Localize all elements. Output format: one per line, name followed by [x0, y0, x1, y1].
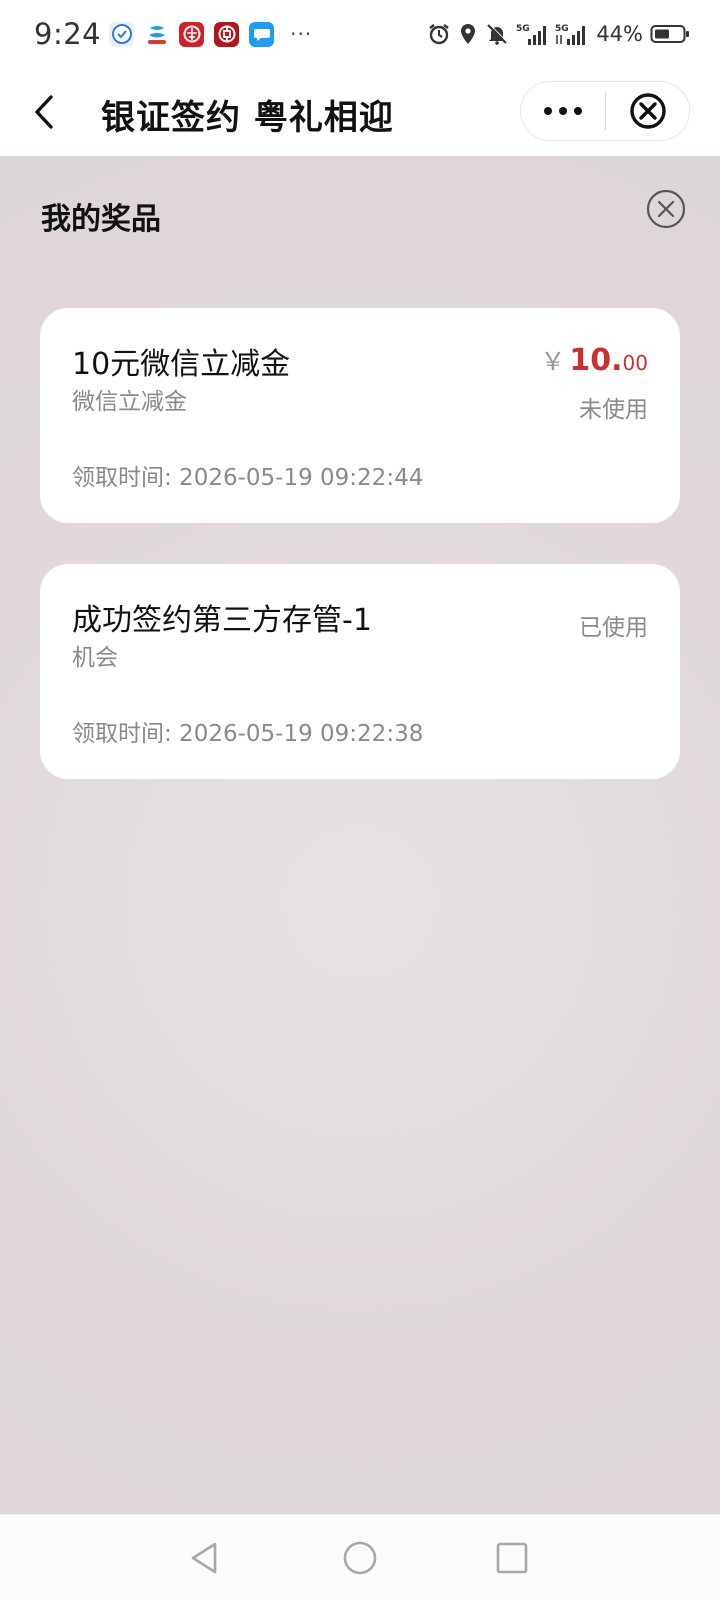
battery-percent: 44% [596, 22, 643, 46]
amount-decimal: 00 [622, 351, 648, 375]
back-button[interactable] [24, 88, 64, 136]
prize-subtitle: 机会 [72, 645, 118, 671]
page-title: 银证签约 粤礼相迎 [101, 98, 394, 138]
close-mini-program-button[interactable] [606, 82, 689, 140]
svg-text:5G: 5G [555, 24, 569, 34]
prizes-panel: 我的奖品 10元微信立减金 微信立减金 ￥ 10. 00 未使用 领取时间: 2… [0, 156, 720, 1514]
square-recents-icon [496, 1542, 528, 1574]
more-options-button[interactable] [521, 82, 605, 140]
nav-home-button[interactable] [338, 1536, 382, 1580]
battery-icon [650, 23, 690, 45]
location-icon [458, 22, 478, 46]
prize-amount: ￥ 10. 00 [540, 342, 648, 378]
claim-time: 领取时间: 2026-05-19 09:22:44 [72, 465, 424, 491]
system-navigation-bar [0, 1514, 720, 1600]
prize-status: 未使用 [579, 397, 648, 423]
prize-name: 成功签约第三方存管-1 [72, 603, 372, 638]
status-time: 9:24 [34, 17, 102, 51]
nav-recents-button[interactable] [490, 1536, 534, 1580]
prize-card[interactable]: 成功签约第三方存管-1 机会 已使用 领取时间: 2026-05-19 09:2… [40, 564, 680, 779]
mini-program-navbar: 银证签约 粤礼相迎 [0, 68, 720, 156]
mini-program-capsule [520, 81, 690, 141]
alarm-icon [427, 22, 451, 46]
prize-status: 已使用 [579, 615, 648, 641]
signal-icon: 5G [555, 22, 587, 46]
circle-home-icon [343, 1541, 377, 1575]
more-dots-icon [544, 107, 582, 115]
china-railway-icon [179, 21, 205, 47]
triangle-back-icon [191, 1542, 217, 1574]
claim-time: 领取时间: 2026-05-19 09:22:38 [72, 721, 424, 747]
close-circle-icon [646, 189, 686, 229]
nav-back-button[interactable] [182, 1536, 226, 1580]
prize-subtitle: 微信立减金 [72, 389, 187, 415]
svg-text:5G: 5G [516, 24, 530, 34]
status-bar: 9:24 ··· 5G 5G 44% [0, 0, 720, 68]
message-app-icon [249, 21, 275, 47]
signal-icon: 5G [516, 22, 548, 46]
panel-title: 我的奖品 [41, 202, 161, 237]
chevron-left-icon [35, 95, 53, 129]
prize-card[interactable]: 10元微信立减金 微信立减金 ￥ 10. 00 未使用 领取时间: 2026-0… [40, 308, 680, 523]
notification-icons: ··· [109, 21, 313, 47]
amount-integer: 10. [569, 343, 623, 378]
stock-app-icon [144, 21, 170, 47]
status-icons: 5G 5G 44% [427, 22, 690, 46]
mute-icon [485, 22, 509, 46]
panel-close-button[interactable] [646, 189, 686, 229]
currency-symbol: ￥ [540, 347, 566, 376]
more-notifications-icon: ··· [290, 22, 313, 46]
security-app-icon [109, 21, 135, 47]
prize-name: 10元微信立减金 [72, 347, 291, 382]
close-circle-icon [629, 93, 666, 129]
bank-app-icon [214, 21, 240, 47]
